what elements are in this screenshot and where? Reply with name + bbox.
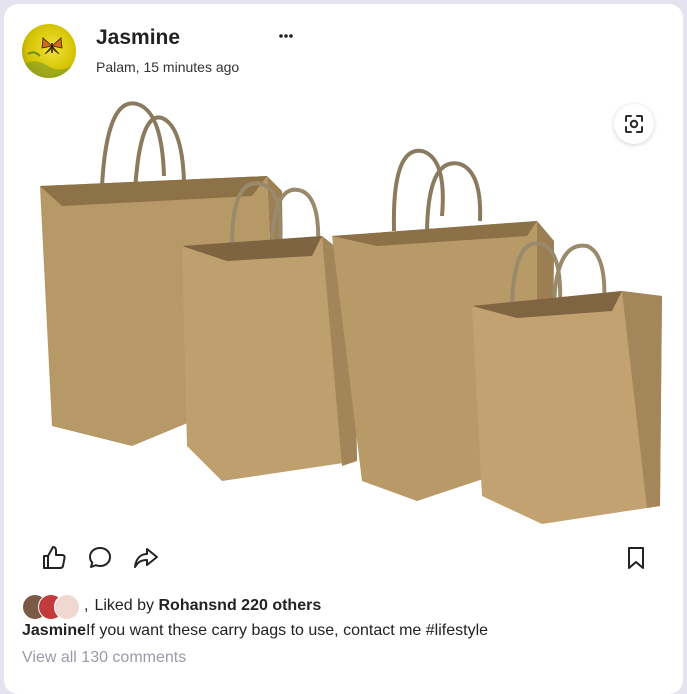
liker-avatars[interactable] [22,593,82,620]
liked-by-row: , Liked by Rohansnd 220 others [22,593,321,620]
author-avatar[interactable] [22,24,76,78]
likes-prefix: Liked by [94,597,155,614]
post-image[interactable] [22,96,664,526]
share-arrow-icon[interactable] [132,544,160,572]
liker-avatar[interactable] [54,594,80,620]
likes-others-count[interactable]: 220 others [241,597,321,615]
thumbs-up-icon[interactable] [40,544,68,572]
comment-bubble-icon[interactable] [86,544,114,572]
author-name[interactable]: Jasmine [96,26,180,50]
view-all-comments-link[interactable]: View all 130 comments [22,649,186,667]
post-meta: Palam, 15 minutes ago [96,59,240,75]
caption-text: If you want these carry bags to use, con… [86,622,489,639]
first-liker-name[interactable]: Rohansnd [159,597,237,615]
bookmark-icon[interactable] [622,544,650,572]
more-horizontal-icon[interactable] [274,28,298,44]
caption-author[interactable]: Jasmine [22,622,86,639]
post-card: Jasmine Palam, 15 minutes ago , Liked by… [4,4,683,694]
likes-separator: , [84,597,89,614]
scan-icon[interactable] [614,104,654,144]
post-caption: JasmineIf you want these carry bags to u… [22,622,488,640]
